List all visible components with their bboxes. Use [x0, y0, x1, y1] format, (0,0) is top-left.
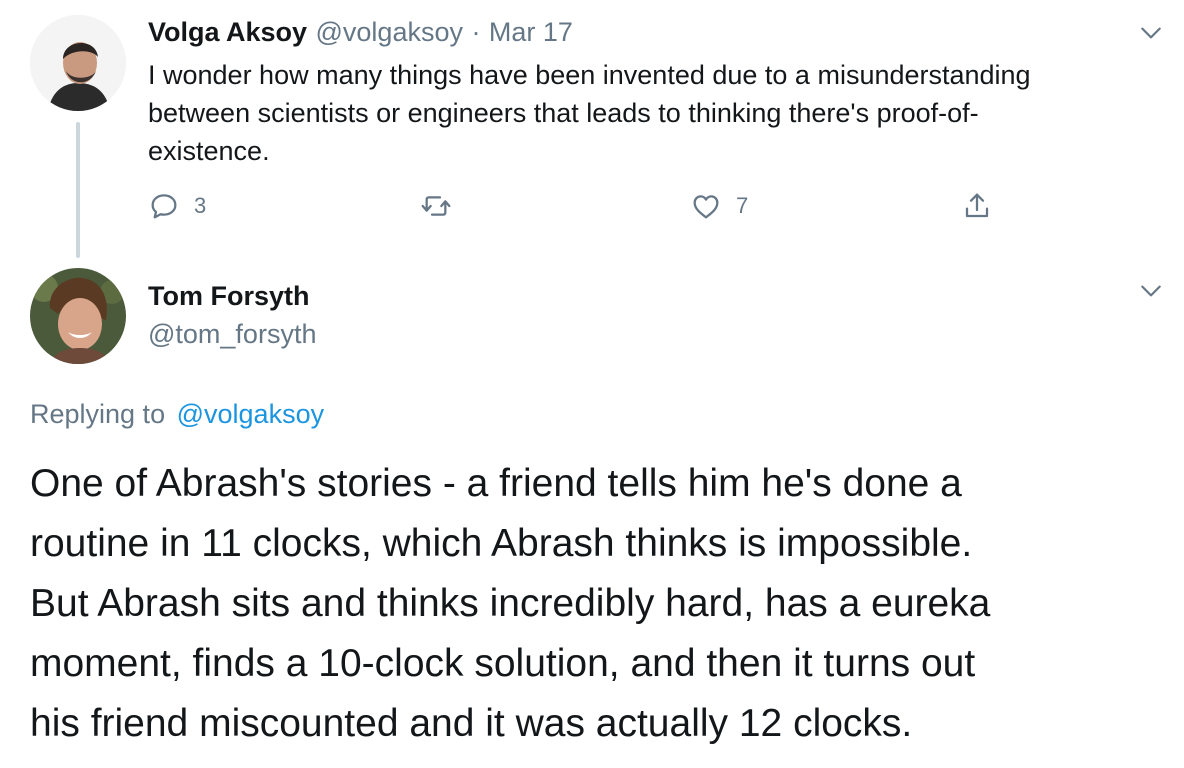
reply-tweet-text: One of Abrash's stories - a friend tells… [30, 454, 1170, 754]
reply-button[interactable]: 3 [148, 190, 206, 222]
tweet-date[interactable]: Mar 17 [489, 17, 573, 47]
reply-author-handle[interactable]: @tom_forsyth [148, 316, 316, 352]
tweet-text-line: But Abrash sits and thinks incredibly ha… [30, 582, 991, 625]
avatar-volga[interactable] [30, 15, 126, 111]
tweet-text-line: his friend miscounted and it was actuall… [30, 702, 913, 745]
retweet-icon [421, 196, 451, 216]
tweet-text-line: between scientists or engineers that lea… [148, 98, 979, 128]
header-separator: · [471, 17, 481, 47]
replying-to: Replying to @volgaksoy [30, 396, 324, 432]
original-tweet-text: I wonder how many things have been inven… [148, 56, 1158, 170]
original-tweet-menu-button[interactable] [1138, 20, 1164, 51]
chevron-down-icon [1141, 285, 1161, 297]
replying-to-prefix: Replying to [30, 399, 166, 429]
share-button[interactable] [961, 190, 993, 222]
reply-tweet-menu-button[interactable] [1138, 278, 1164, 309]
thread-line [76, 122, 80, 258]
chevron-down-icon [1141, 27, 1161, 39]
tweet-text-line: existence. [148, 136, 270, 166]
avatar-tom-image [30, 268, 126, 364]
avatar-volga-image [30, 15, 126, 111]
heart-icon [693, 195, 719, 219]
replying-to-handle-link[interactable]: @volgaksoy [177, 399, 324, 429]
reply-icon [151, 194, 177, 219]
tweet-text-line: routine in 11 clocks, which Abrash think… [30, 522, 973, 565]
like-button[interactable]: 7 [690, 190, 748, 222]
like-count: 7 [736, 193, 749, 218]
author-name[interactable]: Volga Aksoy [148, 17, 307, 47]
tweet-text-line: I wonder how many things have been inven… [148, 60, 1031, 90]
avatar-tom[interactable] [30, 268, 126, 364]
reply-author-name[interactable]: Tom Forsyth [148, 278, 310, 314]
original-tweet-header: Volga Aksoy @volgaksoy · Mar 17 [148, 14, 573, 55]
tweet-text-line: One of Abrash's stories - a friend tells… [30, 462, 962, 505]
share-icon [965, 193, 989, 218]
reply-count: 3 [194, 193, 207, 218]
tweet-text-line: moment, finds a 10-clock solution, and t… [30, 642, 976, 685]
retweet-button[interactable] [420, 190, 466, 222]
author-handle[interactable]: @volgaksoy [316, 17, 463, 47]
